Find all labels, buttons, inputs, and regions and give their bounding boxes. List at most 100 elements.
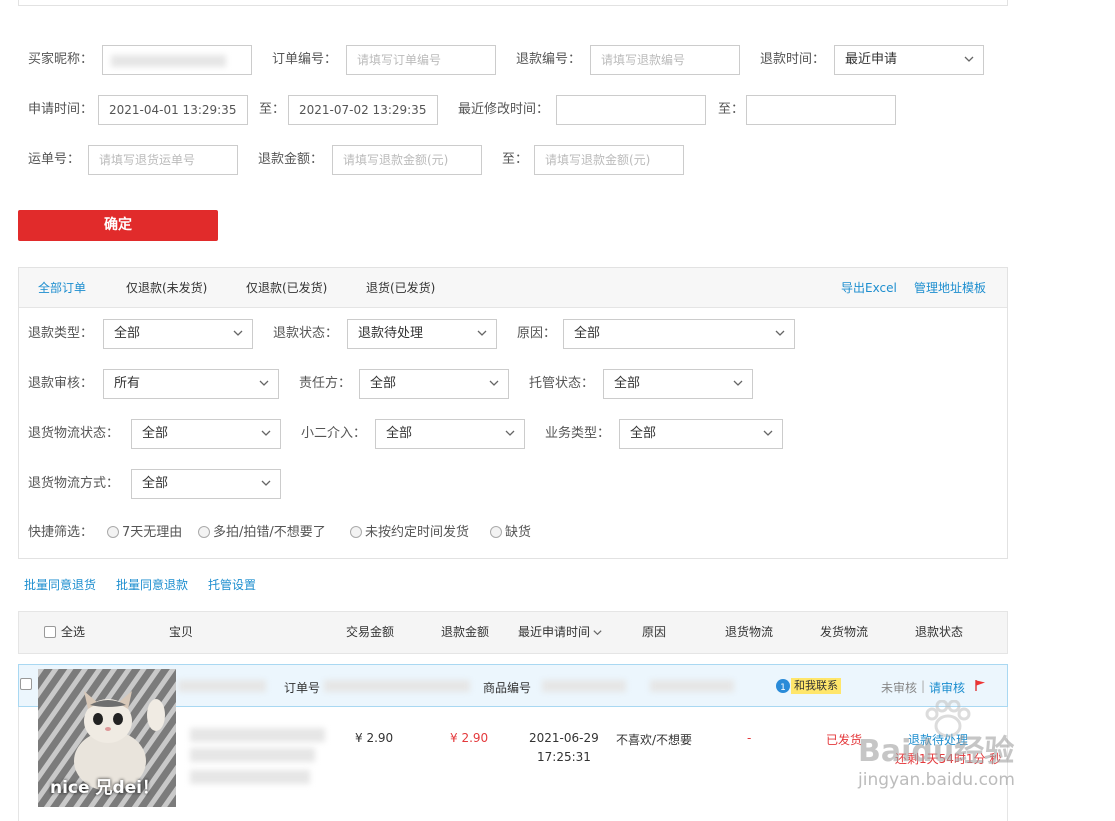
blurred-buyer-name <box>111 55 226 67</box>
reason-value: 不喜欢/不想要 <box>616 733 693 747</box>
logistics-status-select[interactable]: 全部 <box>131 419 281 449</box>
reason-label: 原因： <box>517 326 557 341</box>
chevron-down-icon <box>233 330 243 336</box>
refund-time-value: 最近申请 <box>845 52 898 67</box>
modified-time-start-input[interactable] <box>556 95 706 125</box>
waybill-label: 运单号： <box>28 152 81 167</box>
quick-option-7day[interactable]: 7天无理由 <box>122 518 182 548</box>
refund-type-select[interactable]: 全部 <box>103 319 253 349</box>
apply-date-value: 2021-06-29 <box>529 731 599 745</box>
buyer-input[interactable] <box>102 45 252 75</box>
quick-option-late-ship[interactable]: 未按约定时间发货 <box>365 518 469 548</box>
refund-status-value: 退款待处理 <box>358 326 424 341</box>
select-all-checkbox[interactable] <box>44 626 56 638</box>
tab-refund-unshipped[interactable]: 仅退款(未发货) <box>126 268 207 308</box>
refund-amount-value: ¥ 2.90 <box>450 731 489 745</box>
logistics-status-label: 退货物流状态： <box>28 426 120 441</box>
apply-time-label: 申请时间： <box>28 102 94 117</box>
quick-option-out-of-stock-radio[interactable] <box>490 526 502 538</box>
amount-max-input[interactable]: 请填写退款金额(元) <box>534 145 684 175</box>
quick-option-mistake[interactable]: 多拍/拍错/不想要了 <box>213 518 326 548</box>
order-no-label: 订单号 <box>284 681 321 695</box>
unaudited-text: 未审核 <box>881 681 918 695</box>
blurred-item-sku <box>190 770 310 784</box>
ship-status-value: 已发货 <box>826 733 863 747</box>
order-checkbox[interactable] <box>20 678 32 690</box>
blurred-field <box>650 680 734 692</box>
xiaoer-value: 全部 <box>386 426 413 441</box>
refund-time-label: 退款时间： <box>760 52 826 67</box>
refund-type-label: 退款类型： <box>28 326 94 341</box>
refund-status-select[interactable]: 退款待处理 <box>347 319 497 349</box>
amount-min-input[interactable]: 请填写退款金额(元) <box>332 145 482 175</box>
confirm-button[interactable]: 确定 <box>18 210 218 241</box>
chevron-down-icon <box>259 380 269 386</box>
business-value: 全部 <box>630 426 657 441</box>
refund-type-value: 全部 <box>114 326 141 341</box>
quick-option-out-of-stock[interactable]: 缺货 <box>505 518 531 548</box>
tab-all-orders[interactable]: 全部订单 <box>38 268 86 308</box>
blurred-item-title <box>190 728 325 742</box>
quick-option-7day-radio[interactable] <box>107 526 119 538</box>
reason-select[interactable]: 全部 <box>563 319 795 349</box>
col-ship-logistics: 发货物流 <box>820 625 869 639</box>
return-logistics-value: - <box>747 731 752 745</box>
business-label: 业务类型： <box>545 426 611 441</box>
xiaoer-select[interactable]: 全部 <box>375 419 525 449</box>
watermark-url: jingyan.baidu.com <box>858 770 1015 790</box>
responsible-value: 全部 <box>370 376 397 391</box>
quick-option-late-ship-radio[interactable] <box>350 526 362 538</box>
quick-option-mistake-radio[interactable] <box>198 526 210 538</box>
contact-me-badge[interactable]: 和我联系 <box>791 678 841 694</box>
export-excel-link[interactable]: 导出Excel <box>841 278 897 298</box>
custody-settings-link[interactable]: 托管设置 <box>208 575 256 595</box>
request-audit-link[interactable]: 请审核 <box>929 679 965 696</box>
refund-no-input[interactable]: 请填写退款编号 <box>590 45 740 75</box>
chevron-down-icon <box>964 56 974 62</box>
refund-time-select[interactable]: 最近申请 <box>834 45 984 75</box>
audit-select[interactable]: 所有 <box>103 369 279 399</box>
blurred-order-no <box>324 680 470 692</box>
modified-time-end-input[interactable] <box>746 95 896 125</box>
amount-label: 退款金额： <box>258 152 324 167</box>
responsible-select[interactable]: 全部 <box>359 369 509 399</box>
reason-value: 全部 <box>574 326 601 341</box>
custody-value: 全部 <box>614 376 641 391</box>
chat-icon[interactable]: 1 <box>775 678 791 694</box>
sticker-caption: nice 兄dei！ <box>50 778 159 798</box>
filter-panel <box>18 267 1008 559</box>
goods-no-label: 商品编号 <box>483 681 532 695</box>
batch-agree-refund-link[interactable]: 批量同意退款 <box>116 575 188 595</box>
custody-select[interactable]: 全部 <box>603 369 753 399</box>
manage-address-link[interactable]: 管理地址模板 <box>914 278 986 298</box>
batch-agree-return-link[interactable]: 批量同意退货 <box>24 575 96 595</box>
chevron-down-icon <box>775 330 785 336</box>
logistics-method-value: 全部 <box>142 476 169 491</box>
flag-icon[interactable] <box>974 679 987 692</box>
col-trade-amount: 交易金额 <box>346 625 395 639</box>
chevron-down-icon <box>261 480 271 486</box>
apply-time-start-input[interactable]: 2021-04-01 13:29:35 <box>98 95 248 125</box>
custody-label: 托管状态： <box>529 376 595 391</box>
col-latest-apply[interactable]: 最近申请时间 <box>518 611 590 654</box>
col-refund-status: 退款状态 <box>915 625 964 639</box>
apply-time-end-input[interactable]: 2021-07-02 13:29:35 <box>288 95 438 125</box>
refund-no-label: 退款编号： <box>516 52 582 67</box>
to-label: 至： <box>502 152 529 167</box>
top-panel-edge <box>18 0 1008 6</box>
tab-return-shipped[interactable]: 退货(已发货) <box>366 268 435 308</box>
svg-text:1: 1 <box>780 683 786 693</box>
order-no-input[interactable]: 请填写订单编号 <box>346 45 496 75</box>
tab-refund-shipped[interactable]: 仅退款(已发货) <box>246 268 327 308</box>
to-label: 至： <box>259 102 286 117</box>
business-select[interactable]: 全部 <box>619 419 783 449</box>
order-no-label: 订单编号： <box>272 52 338 67</box>
waybill-input[interactable]: 请填写退货运单号 <box>88 145 238 175</box>
trade-amount-value: ¥ 2.90 <box>355 731 394 745</box>
logistics-status-value: 全部 <box>142 426 169 441</box>
blurred-buyer <box>178 680 266 692</box>
sort-chevron-icon[interactable] <box>592 627 603 638</box>
logistics-method-select[interactable]: 全部 <box>131 469 281 499</box>
audit-label: 退款审核： <box>28 376 94 391</box>
responsible-label: 责任方： <box>299 376 352 391</box>
